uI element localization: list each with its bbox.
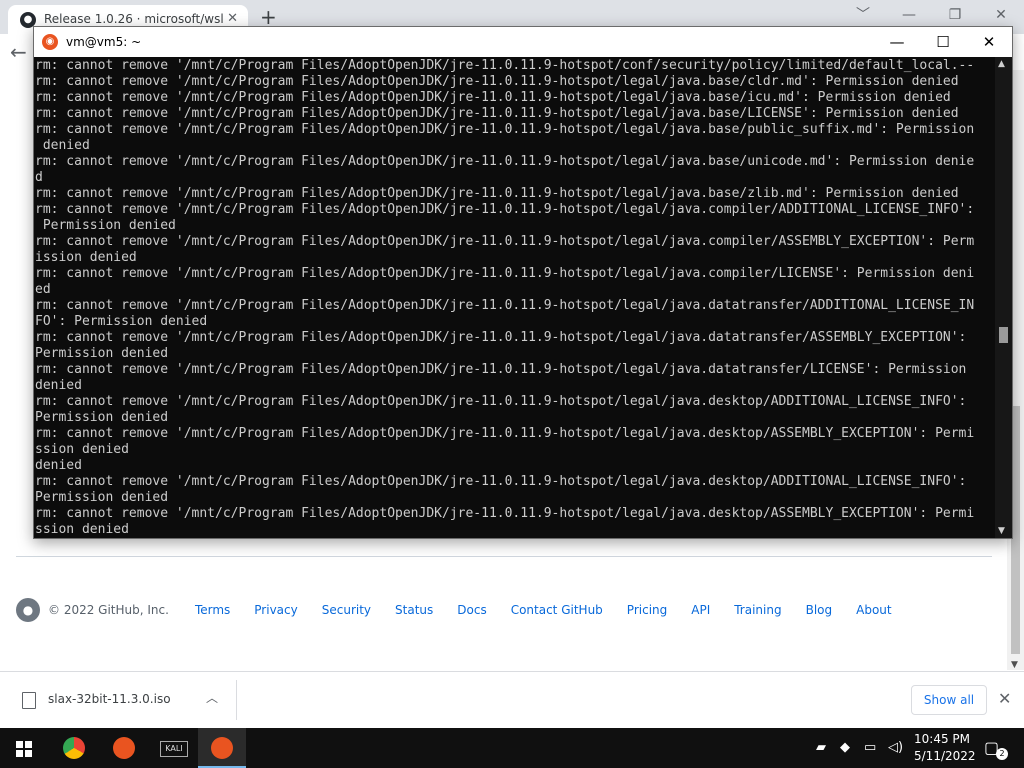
ubuntu-icon [211, 737, 233, 759]
windows-logo-icon [25, 741, 32, 748]
tab-title: Release 1.0.26 · microsoft/wslg · [44, 12, 224, 26]
download-filename[interactable]: slax-32bit-11.3.0.iso [48, 692, 171, 706]
shield-icon[interactable]: ◆ [840, 740, 850, 755]
terminal-line: rm: cannot remove '/mnt/c/Program Files/… [35, 58, 975, 73]
page-scroll-down-icon[interactable]: ▼ [1011, 660, 1018, 670]
taskbar-chrome[interactable] [50, 728, 98, 768]
download-divider [236, 680, 237, 720]
taskbar-kali[interactable]: KALI [150, 728, 198, 768]
footer-link-privacy[interactable]: Privacy [254, 603, 297, 617]
notification-badge: 2 [996, 748, 1008, 760]
terminal-line: rm: cannot remove '/mnt/c/Program Files/… [35, 266, 975, 281]
windows-logo-icon [16, 750, 23, 757]
terminal-line: d [35, 170, 43, 185]
terminal-line: Permission denied [35, 218, 176, 233]
windows-logo-icon [25, 750, 32, 757]
footer-link-blog[interactable]: Blog [806, 603, 833, 617]
terminal-line: rm: cannot remove '/mnt/c/Program Files/… [35, 474, 967, 489]
terminal-line: rm: cannot remove '/mnt/c/Program Files/… [35, 330, 967, 345]
footer-link-status[interactable]: Status [395, 603, 433, 617]
terminal-line: rm: cannot remove '/mnt/c/Program Files/… [35, 362, 967, 377]
footer-link-training[interactable]: Training [734, 603, 781, 617]
terminal-titlebar[interactable]: ◉ vm@vm5: ~ — ☐ ✕ [34, 27, 1012, 57]
kali-icon: KALI [160, 741, 188, 757]
chrome-icon [63, 737, 85, 759]
terminal-title: vm@vm5: ~ [66, 35, 142, 49]
terminal-maximize-button[interactable]: ☐ [920, 27, 966, 57]
network-disconnected-icon[interactable]: ▰ [816, 740, 826, 755]
github-logo-icon[interactable]: ● [16, 598, 40, 622]
terminal-scroll-down-icon[interactable]: ▼ [998, 526, 1005, 536]
terminal-line: rm: cannot remove '/mnt/c/Program Files/… [35, 90, 951, 105]
start-button[interactable] [0, 728, 48, 768]
terminal-line: rm: cannot remove '/mnt/c/Program Files/… [35, 394, 967, 409]
terminal-line: rm: cannot remove '/mnt/c/Program Files/… [35, 298, 975, 313]
download-bar-close-icon[interactable]: ✕ [998, 689, 1011, 708]
terminal-line: FO': Permission denied [35, 314, 208, 329]
network-icon[interactable]: ▭ [864, 740, 876, 755]
terminal-line: denied [35, 378, 82, 393]
back-arrow-icon[interactable]: ← [10, 40, 27, 64]
taskbar-ubuntu-active[interactable] [198, 728, 246, 768]
terminal-line: Permission denied [35, 346, 169, 361]
terminal-line: rm: cannot remove '/mnt/c/Program Files/… [35, 74, 959, 89]
file-icon [22, 692, 36, 709]
clock-date[interactable]: 5/11/2022 [914, 749, 976, 763]
terminal-scroll-up-icon[interactable]: ▲ [998, 59, 1005, 69]
terminal-scroll-thumb[interactable] [999, 327, 1008, 343]
terminal-line: denied [35, 458, 82, 473]
terminal-line: rm: cannot remove '/mnt/c/Program Files/… [35, 506, 975, 521]
footer-link-contact[interactable]: Contact GitHub [511, 603, 603, 617]
footer-link-docs[interactable]: Docs [457, 603, 486, 617]
terminal-line: rm: cannot remove '/mnt/c/Program Files/… [35, 202, 975, 217]
footer-link-terms[interactable]: Terms [195, 603, 230, 617]
volume-icon[interactable]: ◁) [888, 740, 903, 755]
download-options-chevron-icon[interactable]: ︿ [206, 689, 218, 706]
tab-close-icon[interactable]: ✕ [227, 11, 238, 26]
terminal-line: ed [35, 282, 51, 297]
terminal-output[interactable]: rm: cannot remove '/mnt/c/Program Files/… [35, 58, 995, 538]
footer-link-pricing[interactable]: Pricing [627, 603, 667, 617]
terminal-line: rm: cannot remove '/mnt/c/Program Files/… [35, 426, 975, 441]
terminal-window-controls: — ☐ ✕ [874, 27, 1012, 57]
terminal-window[interactable]: ◉ vm@vm5: ~ — ☐ ✕ rm: cannot remove '/mn… [33, 26, 1013, 539]
windows-logo-icon [16, 741, 23, 748]
terminal-line: rm: cannot remove '/mnt/c/Program Files/… [35, 106, 959, 121]
footer-link-security[interactable]: Security [322, 603, 371, 617]
download-bar: slax-32bit-11.3.0.iso ︿ Show all ✕ [0, 671, 1024, 729]
ubuntu-icon [113, 737, 135, 759]
clock-time[interactable]: 10:45 PM [914, 732, 970, 746]
terminal-minimize-button[interactable]: — [874, 27, 920, 57]
terminal-line: rm: cannot remove '/mnt/c/Program Files/… [35, 234, 975, 249]
terminal-close-button[interactable]: ✕ [966, 27, 1012, 57]
footer-link-about[interactable]: About [856, 603, 891, 617]
github-footer: ● © 2022 GitHub, Inc. Terms Privacy Secu… [16, 598, 916, 622]
taskbar: KALI ▰ ◆ ▭ ◁) 10:45 PM 5/11/2022 ▢ 2 [0, 728, 1024, 768]
terminal-scrollbar[interactable]: ▲ ▼ [995, 57, 1012, 538]
terminal-line: ssion denied [35, 442, 129, 457]
copyright-text: © 2022 GitHub, Inc. [48, 603, 169, 617]
terminal-line: rm: cannot remove '/mnt/c/Program Files/… [35, 186, 959, 201]
terminal-line: Permission denied [35, 490, 169, 505]
terminal-line: denied [35, 138, 90, 153]
terminal-line: ission denied [35, 250, 137, 265]
footer-link-api[interactable]: API [691, 603, 710, 617]
terminal-line: rm: cannot remove '/mnt/c/Program Files/… [35, 154, 975, 169]
taskbar-ubuntu[interactable] [100, 728, 148, 768]
show-all-button[interactable]: Show all [911, 685, 987, 715]
footer-divider [16, 556, 992, 557]
terminal-line: Permission denied [35, 410, 169, 425]
ubuntu-icon: ◉ [42, 34, 58, 50]
terminal-line: rm: cannot remove '/mnt/c/Program Files/… [35, 122, 975, 137]
terminal-line: ssion denied [35, 522, 129, 537]
